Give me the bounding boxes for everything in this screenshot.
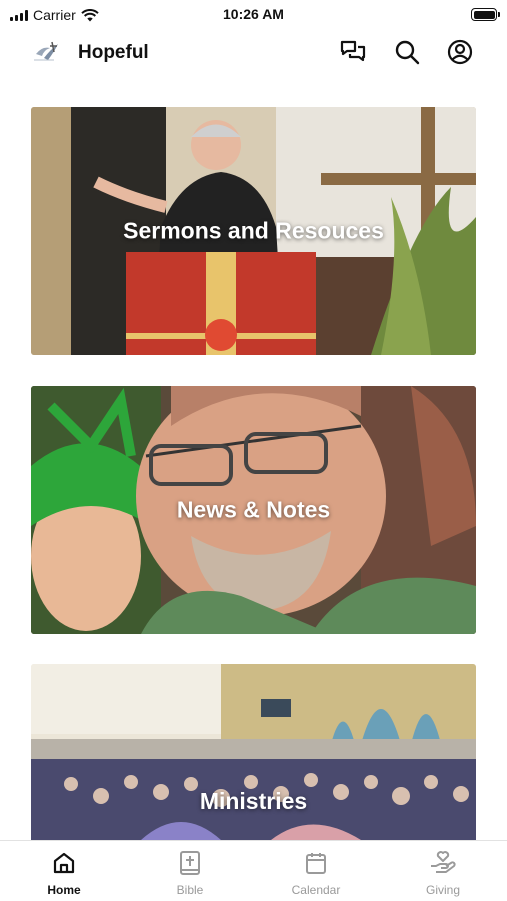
giving-icon (431, 851, 456, 873)
sermons-card[interactable]: Sermons and Resouces (31, 107, 476, 355)
app-header: Hopeful (0, 30, 507, 76)
calendar-icon (306, 853, 326, 874)
card-title-ministries: Ministries (199, 788, 308, 814)
tab-label-giving: Giving (425, 883, 460, 897)
account-icon[interactable] (446, 38, 474, 66)
tab-label-home: Home (47, 883, 81, 897)
card-title-news: News & Notes (176, 496, 331, 523)
bottom-tab-bar: Home Bible Calendar Giving (0, 840, 507, 901)
card-title-sermons: Sermons and Resouces (123, 217, 384, 244)
ministries-card[interactable]: Ministries (31, 664, 476, 840)
tab-label-calendar: Calendar (291, 883, 341, 897)
news-card[interactable]: News & Notes (31, 386, 476, 634)
status-bar: Carrier 10:26 AM (0, 0, 507, 30)
chat-icon[interactable] (339, 38, 367, 66)
app-title: Hopeful (78, 42, 149, 63)
status-time: 10:26 AM (223, 6, 284, 22)
home-icon (53, 852, 75, 874)
tab-label-bible: Bible (176, 883, 204, 897)
search-icon[interactable] (393, 38, 421, 66)
tab-giving[interactable]: Giving (398, 849, 488, 897)
church-logo-icon (34, 41, 58, 61)
battery-icon (471, 8, 500, 21)
tab-home[interactable]: Home (19, 849, 109, 897)
tab-bible[interactable]: Bible (145, 849, 235, 897)
bible-icon (180, 851, 200, 875)
tab-calendar[interactable]: Calendar (271, 849, 361, 897)
